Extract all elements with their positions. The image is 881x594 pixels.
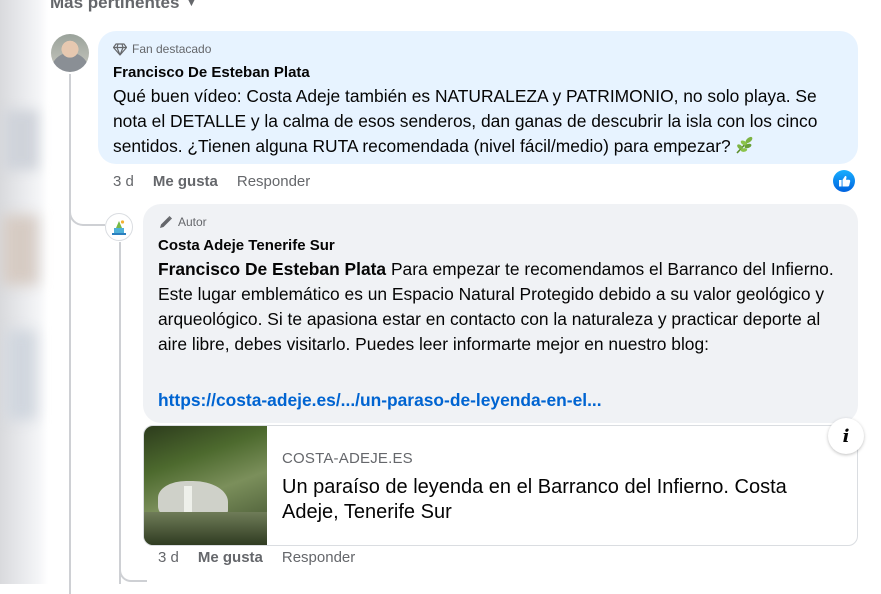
link-preview-card[interactable]: COSTA-ADEJE.ES Un paraíso de leyenda en … <box>143 425 858 546</box>
like-button[interactable]: Me gusta <box>198 549 263 566</box>
avatar[interactable] <box>105 213 133 241</box>
sort-dropdown[interactable]: Más pertinentes ▼ <box>50 0 197 13</box>
info-icon[interactable]: i <box>828 418 864 454</box>
preview-image <box>144 426 267 545</box>
comment-time[interactable]: 3 d <box>113 173 134 190</box>
background-feed <box>0 0 48 584</box>
comment-actions: 3 d Me gusta Responder <box>113 173 329 190</box>
comment-text: Qué buen vídeo: Costa Adeje también es N… <box>113 84 844 159</box>
sort-label: Más pertinentes <box>50 0 180 12</box>
reply-button[interactable]: Responder <box>282 549 355 566</box>
pencil-icon <box>160 215 172 228</box>
avatar[interactable] <box>51 34 89 72</box>
comment-body: Qué buen vídeo: Costa Adeje también es N… <box>113 86 818 156</box>
comment-author[interactable]: Francisco De Esteban Plata <box>113 63 844 83</box>
caret-down-icon: ▼ <box>185 0 198 9</box>
badge-label: Fan destacado <box>132 42 212 56</box>
comment-text: Francisco De Esteban Plata Para empezar … <box>158 257 844 357</box>
mention-link[interactable]: Francisco De Esteban Plata <box>158 259 386 279</box>
preview-title: Un paraíso de leyenda en el Barranco del… <box>282 476 787 523</box>
herb-icon <box>736 136 753 154</box>
thread-line <box>119 242 121 584</box>
like-icon[interactable] <box>833 170 855 192</box>
author-badge: Autor <box>158 214 844 230</box>
thread-line <box>69 74 71 594</box>
reply-bubble: Autor Costa Adeje Tenerife Sur Francisco… <box>143 204 858 423</box>
reply-actions: 3 d Me gusta Responder <box>158 549 374 566</box>
thread-connector <box>119 560 147 582</box>
thread-connector <box>69 196 105 226</box>
like-button[interactable]: Me gusta <box>153 173 218 190</box>
brand-logo-icon <box>112 220 126 235</box>
fan-badge: Fan destacado <box>113 41 844 57</box>
comment-time[interactable]: 3 d <box>158 549 179 566</box>
preview-domain: COSTA-ADEJE.ES <box>282 450 413 467</box>
comment-bubble: Fan destacado Francisco De Esteban Plata… <box>98 31 858 164</box>
diamond-icon <box>113 42 127 56</box>
blog-link[interactable]: https://costa-adeje.es/.../un-paraso-de-… <box>158 390 602 411</box>
badge-label: Autor <box>178 215 207 229</box>
comment-author[interactable]: Costa Adeje Tenerife Sur <box>158 236 844 256</box>
reply-button[interactable]: Responder <box>237 173 310 190</box>
